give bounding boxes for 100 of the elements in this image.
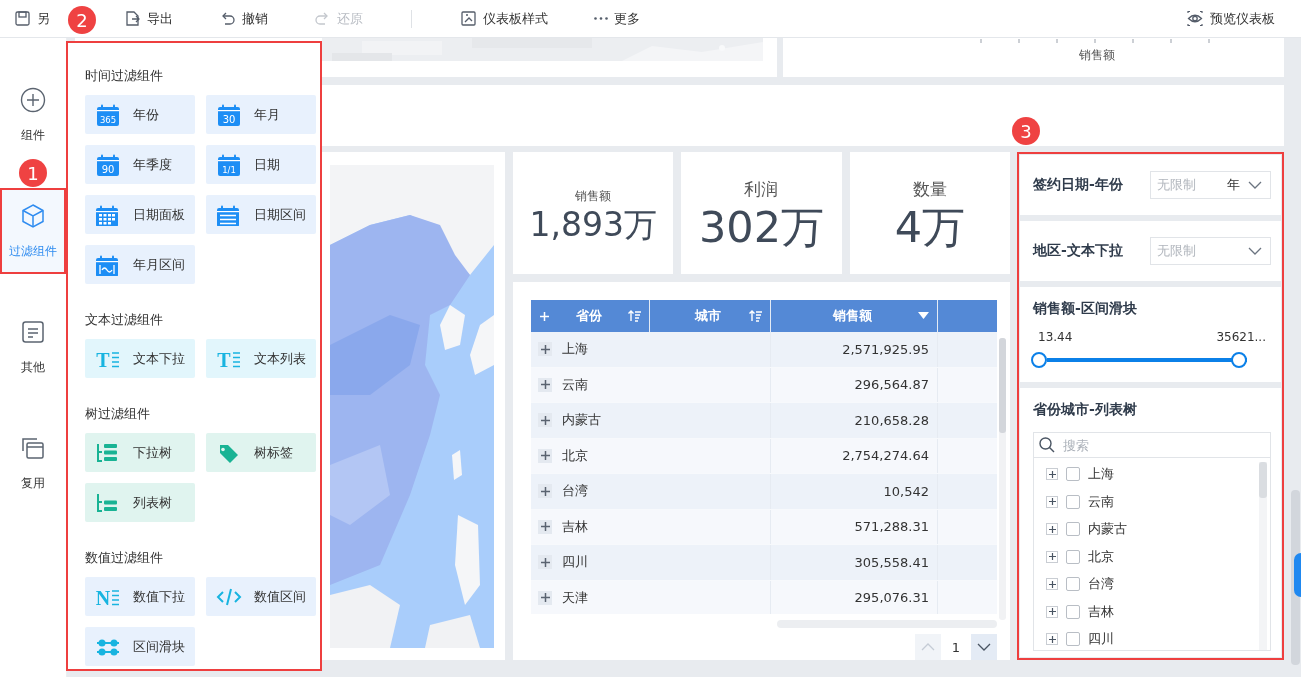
kpi-title: 销售额 <box>575 188 612 205</box>
axis-label: 销售额 <box>1079 47 1115 64</box>
expand-button[interactable] <box>1046 633 1058 645</box>
component-tile[interactable]: 90 年季度 <box>85 145 195 184</box>
toolbar-button[interactable]: 导出 <box>124 5 173 32</box>
kpi-value: 1,893万 <box>529 205 657 245</box>
section-title: 时间过滤组件 <box>85 67 164 85</box>
component-tile[interactable]: N 数值下拉 <box>85 577 195 616</box>
style-icon <box>460 10 477 27</box>
checkbox[interactable] <box>1066 467 1080 481</box>
checkbox[interactable] <box>1066 632 1080 646</box>
plus-icon <box>539 414 551 426</box>
plus-icon <box>539 521 551 533</box>
plus-icon <box>1047 524 1057 534</box>
table-cell: 台湾 <box>562 482 588 501</box>
plus-icon <box>1047 579 1057 589</box>
component-tile[interactable]: 树标签 <box>206 433 316 472</box>
checkbox[interactable] <box>1066 549 1080 564</box>
sort-icon <box>628 310 641 322</box>
expand-button[interactable] <box>538 413 552 428</box>
kpi-value: 4万 <box>894 201 965 253</box>
chevron-up-icon <box>921 643 935 651</box>
table-cell: 2,571,925.95 <box>771 332 938 367</box>
component-tile[interactable]: 列表树 <box>85 483 195 522</box>
table-cell: 10,542 <box>771 474 938 509</box>
more-icon <box>594 17 608 20</box>
component-tile[interactable]: 1/1 日期 <box>206 145 316 184</box>
table-cell: 571,288.31 <box>771 509 938 544</box>
component-tile[interactable]: T 文本列表 <box>206 339 316 378</box>
scrollbar-thumb[interactable] <box>1259 462 1267 498</box>
sort-icon <box>749 310 762 322</box>
expand-button[interactable] <box>538 342 552 357</box>
table-cell: 内蒙古 <box>562 411 601 430</box>
expand-button[interactable] <box>538 590 552 605</box>
expand-button[interactable] <box>538 555 552 570</box>
filter-title: 地区-文本下拉 <box>1033 242 1123 260</box>
tree-item[interactable]: 四川 <box>1088 630 1114 648</box>
kpi-title: 数量 <box>912 178 947 201</box>
expand-button[interactable] <box>1046 578 1058 590</box>
checkbox[interactable] <box>1066 577 1080 591</box>
next-page-button[interactable] <box>971 634 997 660</box>
chevron-down-icon <box>1248 247 1262 255</box>
table-cell: 天津 <box>562 588 588 607</box>
scrollbar-thumb[interactable] <box>999 338 1006 433</box>
toolbar-button[interactable]: 仪表板样式 <box>460 5 548 32</box>
component-tile[interactable]: 区间滑块 <box>85 627 195 666</box>
component-tile[interactable]: 年月区间 <box>85 245 195 284</box>
plus-icon <box>539 450 551 462</box>
range-min-value: 13.44 <box>1038 330 1073 344</box>
expand-button[interactable] <box>538 377 552 392</box>
table-cell: 吉林 <box>562 517 588 536</box>
table-cell: 北京 <box>562 446 588 465</box>
checkbox[interactable] <box>1066 494 1080 509</box>
component-tile[interactable]: 365 年份 <box>85 95 195 134</box>
component-tile[interactable]: 下拉树 <box>85 433 195 472</box>
plus-icon <box>1047 469 1057 479</box>
component-tile[interactable]: 30 年月 <box>206 95 316 134</box>
sidebar-item[interactable]: 其他 <box>0 304 66 390</box>
plus-icon <box>1047 497 1057 506</box>
expand-button[interactable] <box>1046 523 1058 535</box>
component-tile[interactable]: 数值区间 <box>206 577 316 616</box>
tree-item[interactable]: 上海 <box>1088 465 1114 483</box>
tree-item[interactable]: 内蒙古 <box>1088 520 1127 538</box>
sidebar-item[interactable]: 复用 <box>0 420 66 506</box>
toolbar-button[interactable]: 另 <box>14 5 50 32</box>
slider-handle[interactable] <box>1031 352 1047 368</box>
expand-button[interactable] <box>538 448 552 463</box>
tree-item[interactable]: 云南 <box>1088 492 1114 511</box>
kpi-value: 302万 <box>698 201 825 253</box>
scrollbar[interactable] <box>999 338 1006 620</box>
checkbox[interactable] <box>1066 522 1080 536</box>
tree-item[interactable]: 吉林 <box>1088 602 1114 621</box>
plus-icon <box>539 592 551 604</box>
range-max-value: 35621... <box>1216 330 1266 344</box>
chevron-down-icon <box>1248 181 1262 189</box>
expand-button[interactable] <box>1046 468 1058 480</box>
slider-handle[interactable] <box>1231 352 1247 368</box>
sidebar-item[interactable]: 组件 <box>0 72 66 158</box>
expand-button[interactable] <box>538 484 552 499</box>
expand-button[interactable] <box>538 519 552 534</box>
callout-badge: 1 <box>19 159 47 187</box>
search-icon <box>1039 437 1055 453</box>
component-tile[interactable]: 日期面板 <box>85 195 195 234</box>
checkbox[interactable] <box>1066 604 1080 619</box>
toolbar-button[interactable]: 撤销 <box>219 5 268 32</box>
table-cell: 2,754,274.64 <box>771 438 938 473</box>
tree-item[interactable]: 北京 <box>1088 547 1114 566</box>
eye-icon <box>1186 10 1204 27</box>
plus-icon <box>1047 552 1057 561</box>
page-number: 1 <box>950 639 962 655</box>
dropdown-field[interactable]: 无限制 年 <box>1150 171 1271 199</box>
scrollbar[interactable] <box>1259 462 1267 650</box>
component-tile[interactable]: T 文本下拉 <box>85 339 195 378</box>
search-field[interactable]: 搜索 <box>1033 432 1271 458</box>
collapse-tab[interactable] <box>1294 553 1301 597</box>
chevron-down-icon <box>977 643 991 651</box>
toolbar-button[interactable]: 更多 <box>594 5 640 32</box>
component-tile[interactable]: 日期区间 <box>206 195 316 234</box>
tree-item[interactable]: 台湾 <box>1088 575 1114 593</box>
preview-button[interactable]: 预览仪表板 <box>1186 5 1275 32</box>
